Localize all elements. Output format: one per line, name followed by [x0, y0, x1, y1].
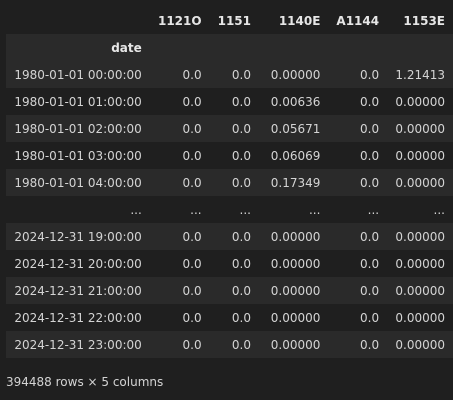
table-row: 1980-01-01 02:00:00 0.0 0.0 0.05671 0.0 0.000…	[6, 115, 453, 142]
row-index-cell: 2024-12-31 20:00:00	[14, 256, 142, 271]
table-cell: 0.0	[182, 310, 202, 325]
table-cell: 0.00000	[395, 121, 445, 136]
index-name-row: date	[6, 34, 453, 61]
table-row: 2024-12-31 23:00:00 0.0 0.0 0.00000 0.0 0.000…	[6, 331, 453, 358]
dataframe-table: 1121O 1151 1140E A1144 1153E date 1980-0…	[6, 8, 453, 358]
table-cell: 0.0	[231, 148, 251, 163]
table-cell: 0.00000	[270, 229, 321, 244]
table-cell: 0.0	[360, 175, 380, 190]
table-cell: 0.00000	[395, 175, 445, 190]
table-cell: 0.00000	[395, 256, 445, 271]
index-corner-cell	[6, 8, 150, 34]
row-index-cell: 2024-12-31 19:00:00	[14, 229, 142, 244]
table-row: ..................	[6, 196, 453, 223]
table-cell: 0.0	[231, 67, 251, 82]
table-cell: 0.00000	[270, 67, 321, 82]
row-index-cell: ...	[130, 202, 142, 217]
table-cell: 0.05671	[270, 121, 321, 136]
table-row: 2024-12-31 21:00:00 0.0 0.0 0.00000 0.0 0.000…	[6, 277, 453, 304]
table-cell: ...	[367, 202, 380, 217]
table-cell: 0.00000	[270, 337, 321, 352]
index-name: date	[111, 40, 142, 55]
column-header: 1140E	[278, 14, 321, 28]
table-cell: 0.0	[231, 337, 251, 352]
dataframe-output: 1121O 1151 1140E A1144 1153E date 1980-0…	[0, 0, 453, 400]
column-header: 1153E	[403, 14, 445, 28]
table-cell: 0.00000	[395, 337, 445, 352]
table-row: 1980-01-01 01:00:00 0.0 0.0 0.00636 0.0 0.000…	[6, 88, 453, 115]
row-index-cell: 2024-12-31 21:00:00	[14, 283, 142, 298]
column-header-row: 1121O 1151 1140E A1144 1153E	[6, 8, 453, 34]
table-cell: 0.0	[360, 94, 380, 109]
table-cell: ...	[190, 202, 202, 217]
table-cell: 0.0	[182, 229, 202, 244]
table-cell: ...	[308, 202, 321, 217]
table-cell: 0.00000	[395, 310, 445, 325]
table-cell: 0.00000	[395, 94, 445, 109]
table-cell: 0.0	[182, 175, 202, 190]
row-index-cell: 2024-12-31 22:00:00	[14, 310, 142, 325]
table-cell: 0.0	[360, 310, 380, 325]
table-cell: 0.0	[182, 256, 202, 271]
row-index-cell: 1980-01-01 04:00:00	[14, 175, 142, 190]
table-cell: 0.0	[231, 121, 251, 136]
empty-header-cell	[259, 34, 328, 61]
table-cell: ...	[239, 202, 251, 217]
table-header: 1121O 1151 1140E A1144 1153E date	[6, 8, 453, 61]
row-index-cell: 1980-01-01 02:00:00	[14, 121, 142, 136]
table-row: 2024-12-31 20:00:00 0.0 0.0 0.00000 0.0 0.000…	[6, 250, 453, 277]
table-cell: 0.0	[360, 121, 380, 136]
table-cell: 0.00000	[395, 148, 445, 163]
column-header: 1121O	[157, 14, 202, 28]
row-index-cell: 2024-12-31 23:00:00	[14, 337, 142, 352]
table-cell: 0.0	[231, 175, 251, 190]
table-cell: 0.00000	[270, 283, 321, 298]
table-cell: 0.06069	[270, 148, 321, 163]
table-row: 1980-01-01 03:00:00 0.0 0.0 0.06069 0.0 0.000…	[6, 142, 453, 169]
table-cell: 0.00000	[270, 256, 321, 271]
table-cell: 0.00000	[270, 310, 321, 325]
table-body: 1980-01-01 00:00:00 0.0 0.0 0.00000 0.0 1.214…	[6, 61, 453, 358]
row-index-cell: 1980-01-01 03:00:00	[14, 148, 142, 163]
table-cell: 0.00000	[395, 283, 445, 298]
row-index-cell: 1980-01-01 01:00:00	[14, 94, 142, 109]
table-cell: 0.00000	[395, 229, 445, 244]
empty-header-cell	[150, 34, 210, 61]
table-cell: 0.0	[231, 310, 251, 325]
table-cell: ...	[433, 202, 445, 217]
table-cell: 0.0	[231, 94, 251, 109]
table-row: 2024-12-31 19:00:00 0.0 0.0 0.00000 0.0 0.000…	[6, 223, 453, 250]
table-cell: 0.0	[360, 67, 380, 82]
table-cell: 0.0	[182, 67, 202, 82]
table-cell: 0.0	[182, 337, 202, 352]
table-cell: 0.17349	[270, 175, 321, 190]
column-header: A1144	[336, 14, 380, 28]
table-cell: 0.0	[182, 148, 202, 163]
table-row: 1980-01-01 04:00:00 0.0 0.0 0.17349 0.0 0.000…	[6, 169, 453, 196]
table-cell: 0.0	[360, 283, 380, 298]
table-row: 1980-01-01 00:00:00 0.0 0.0 0.00000 0.0 1.214…	[6, 61, 453, 88]
table-row: 2024-12-31 22:00:00 0.0 0.0 0.00000 0.0 0.000…	[6, 304, 453, 331]
empty-header-cell	[210, 34, 259, 61]
table-cell: 0.00636	[270, 94, 321, 109]
table-cell: 0.0	[231, 256, 251, 271]
table-cell: 0.0	[182, 121, 202, 136]
table-cell: 1.21413	[395, 67, 445, 82]
table-cell: 0.0	[231, 229, 251, 244]
empty-header-cell	[387, 34, 453, 61]
shape-summary: 394488 rows × 5 columns	[6, 375, 164, 389]
table-cell: 0.0	[360, 148, 380, 163]
column-header: 1151	[217, 14, 251, 28]
table-cell: 0.0	[360, 229, 380, 244]
table-cell: 0.0	[231, 283, 251, 298]
empty-header-cell	[328, 34, 387, 61]
row-index-cell: 1980-01-01 00:00:00	[14, 67, 142, 82]
table-cell: 0.0	[360, 337, 380, 352]
table-cell: 0.0	[360, 256, 380, 271]
table-cell: 0.0	[182, 94, 202, 109]
table-cell: 0.0	[182, 283, 202, 298]
